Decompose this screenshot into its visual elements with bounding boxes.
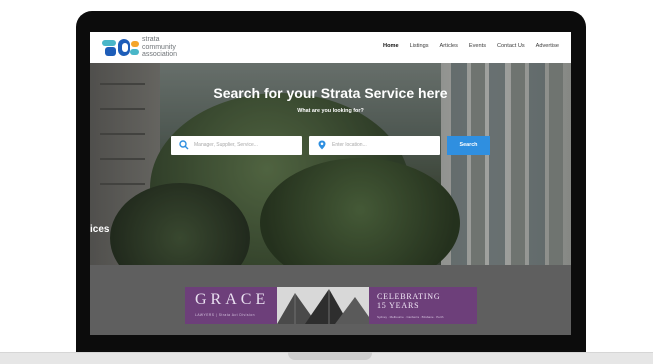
logo-line: strata	[142, 36, 160, 43]
logo-line: community	[142, 43, 176, 51]
nav-listings[interactable]: Listings	[410, 43, 429, 49]
building-photo-image	[277, 287, 369, 324]
banner-headline-line: CELEBRATING	[377, 292, 441, 301]
hero-slider: Search for your Strata Service here What…	[90, 63, 571, 265]
ad-section: GRACE LAWYERS | Strata Act Division CELE…	[90, 265, 571, 335]
site-header: strata community association Home Listin…	[90, 32, 571, 63]
main-nav: Home Listings Articles Events Contact Us…	[383, 43, 559, 49]
hero-subtitle: What are you looking for?	[297, 108, 364, 114]
map-pin-icon	[318, 140, 326, 150]
logo-line: association	[142, 51, 178, 59]
logo-wordmark[interactable]: strata community association	[142, 36, 177, 59]
nav-articles[interactable]: Articles	[440, 43, 458, 49]
location-input[interactable]: Enter location...	[309, 136, 440, 155]
banner-headline-line: 15 YEARS	[377, 301, 420, 310]
location-placeholder: Enter location...	[332, 142, 367, 148]
advertisement-banner[interactable]: GRACE LAWYERS | Strata Act Division CELE…	[185, 287, 477, 324]
nav-events[interactable]: Events	[469, 43, 486, 49]
search-placeholder: Manager, Supplier, Service...	[194, 142, 258, 148]
banner-headline: CELEBRATING 15 YEARS	[377, 292, 440, 310]
nav-home[interactable]: Home	[383, 43, 399, 49]
service-search-input[interactable]: Manager, Supplier, Service...	[171, 136, 302, 155]
website-screen: strata community association Home Listin…	[90, 32, 571, 335]
banner-brand: GRACE	[195, 291, 270, 308]
laptop-notch	[288, 352, 372, 360]
search-icon	[179, 140, 189, 150]
hero-title: Search for your Strata Service here	[213, 85, 448, 101]
banner-tagline: LAWYERS | Strata Act Division	[195, 313, 255, 317]
logo-icon[interactable]	[102, 37, 140, 59]
banner-locations: Sydney · Melbourne · Canberra · Brisbane…	[377, 315, 444, 319]
slide-caption: ices	[90, 224, 110, 235]
search-button[interactable]: Search	[447, 136, 490, 155]
nav-contact-us[interactable]: Contact Us	[497, 43, 525, 49]
nav-advertise[interactable]: Advertise	[536, 43, 559, 49]
